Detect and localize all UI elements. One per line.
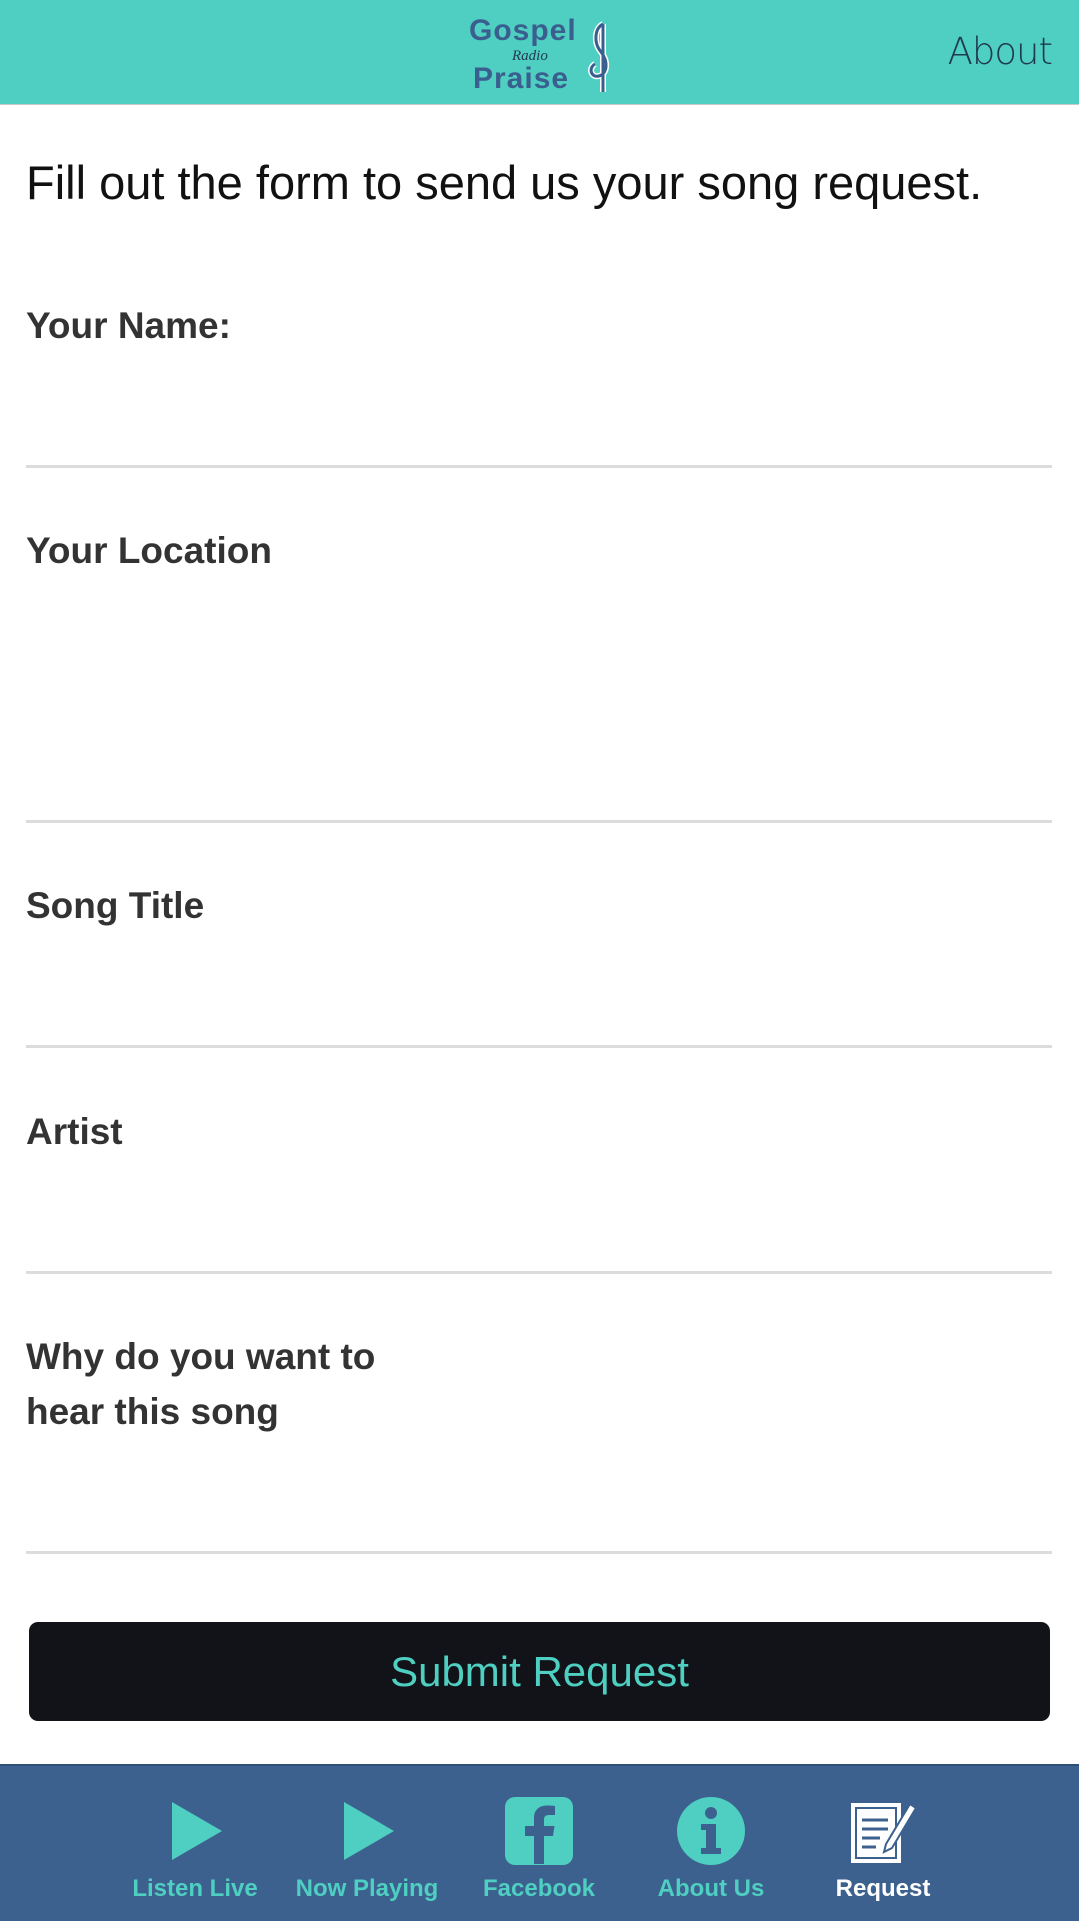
reason-label-line1: Why do you want to (26, 1336, 376, 1377)
name-label: Your Name: (26, 305, 231, 346)
tab-facebook[interactable]: Facebook (459, 1766, 619, 1921)
info-icon (677, 1797, 745, 1865)
artist-input[interactable] (26, 1166, 1052, 1274)
treble-clef-icon (588, 21, 609, 92)
bottom-tab-bar: Listen Live Now Playing Facebook About U… (0, 1764, 1079, 1921)
about-link[interactable]: About (948, 30, 1053, 73)
location-input[interactable] (26, 585, 1052, 823)
tab-label-listen-live: Listen Live (132, 1875, 258, 1902)
tab-listen-live[interactable]: Listen Live (115, 1766, 275, 1921)
song-title-input[interactable] (26, 940, 1052, 1048)
tab-label-facebook: Facebook (482, 1875, 596, 1902)
play-icon (172, 1802, 222, 1860)
tab-request[interactable]: Request (803, 1766, 963, 1921)
tab-label-request: Request (835, 1875, 931, 1902)
request-form-icon (851, 1802, 918, 1863)
submit-request-button[interactable]: Submit Request (29, 1622, 1050, 1721)
song-title-label: Song Title (26, 885, 205, 926)
reason-label: Why do you want to hear this song (26, 1329, 446, 1439)
reason-input[interactable] (26, 1440, 1052, 1554)
play-icon (344, 1802, 394, 1860)
logo-gospel-text: Gospel (469, 14, 577, 47)
app-header: Gospel Radio Praise About (0, 0, 1079, 105)
logo-praise-text: Praise (473, 62, 569, 95)
tab-label-about-us: About Us (657, 1875, 765, 1902)
location-label: Your Location (26, 530, 272, 571)
reason-label-line2: hear this song (26, 1391, 279, 1432)
tab-now-playing[interactable]: Now Playing (287, 1766, 447, 1921)
gospel-praise-logo[interactable]: Gospel Radio Praise (467, 8, 627, 98)
tab-label-now-playing: Now Playing (295, 1875, 439, 1902)
facebook-icon (505, 1797, 573, 1865)
page-intro: Fill out the form to send us your song r… (26, 156, 983, 209)
tab-about-us[interactable]: About Us (631, 1766, 791, 1921)
name-input[interactable] (26, 360, 1052, 468)
artist-label: Artist (26, 1111, 123, 1152)
